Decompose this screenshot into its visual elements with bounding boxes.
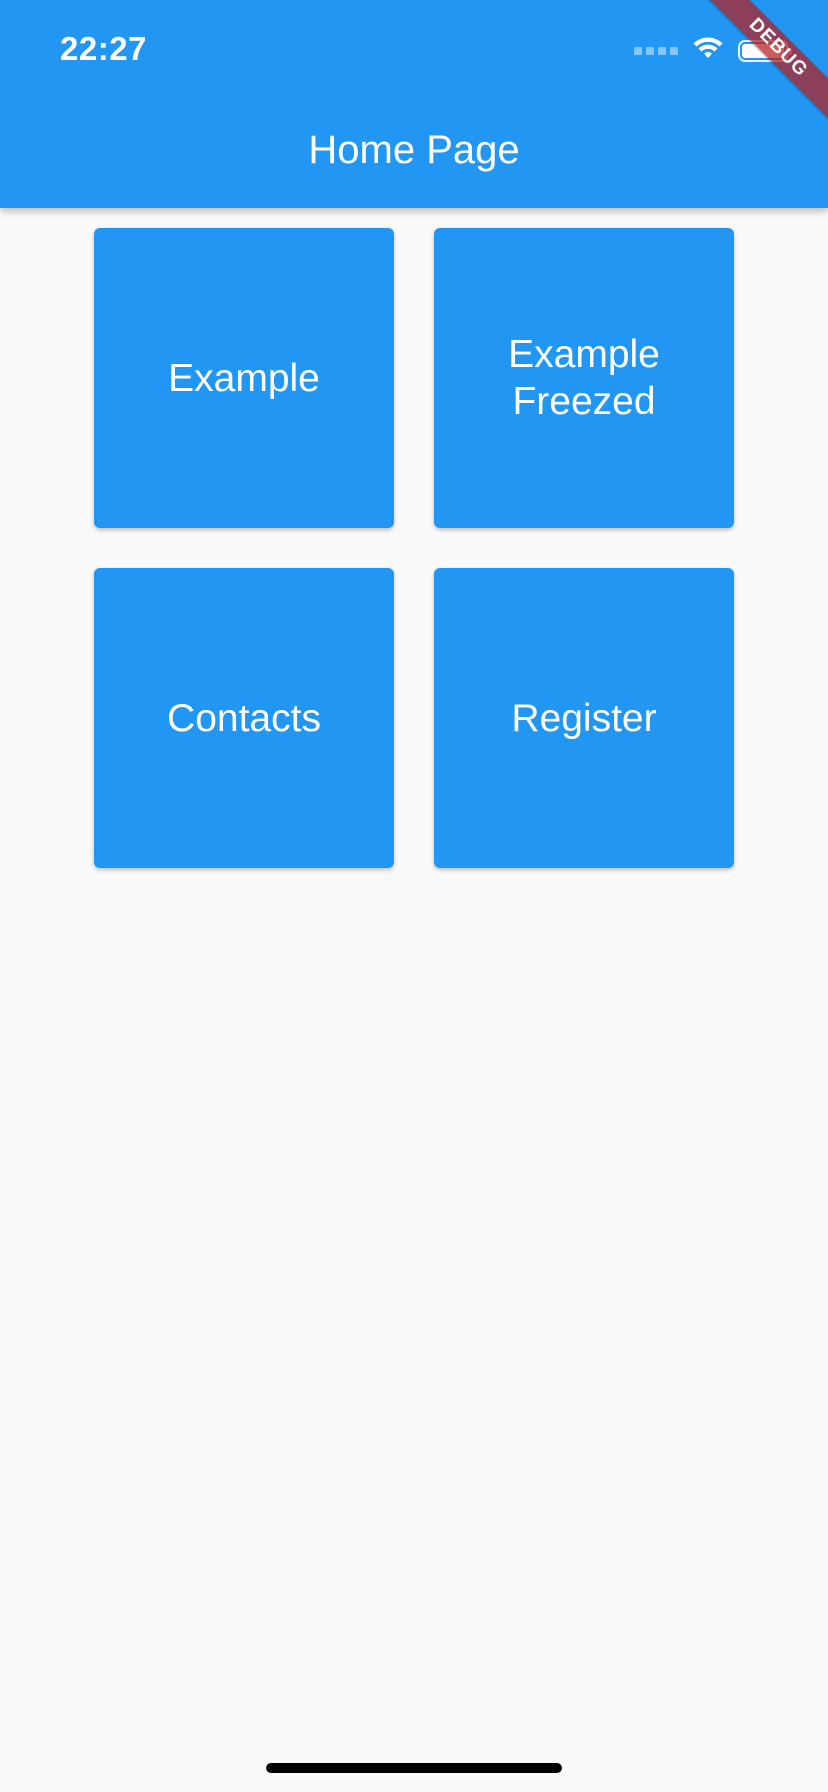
screen: 22:27 Home Page DEBUG Example Example Fr… — [0, 0, 828, 1792]
tile-label: Example Freezed — [508, 333, 660, 423]
page-title: Home Page — [308, 128, 520, 172]
example-tile[interactable]: Example — [94, 228, 394, 528]
app-bar: 22:27 Home Page — [0, 0, 828, 208]
tile-label: Register — [511, 696, 657, 740]
signal-icon — [634, 46, 678, 55]
contacts-tile[interactable]: Contacts — [94, 568, 394, 868]
example-freezed-tile[interactable]: Example Freezed — [434, 228, 734, 528]
wifi-icon — [692, 36, 724, 65]
tile-label: Contacts — [167, 696, 321, 740]
home-indicator[interactable] — [266, 1763, 562, 1773]
register-tile[interactable]: Register — [434, 568, 734, 868]
status-time: 22:27 — [60, 30, 147, 67]
tile-label: Example — [168, 356, 320, 400]
